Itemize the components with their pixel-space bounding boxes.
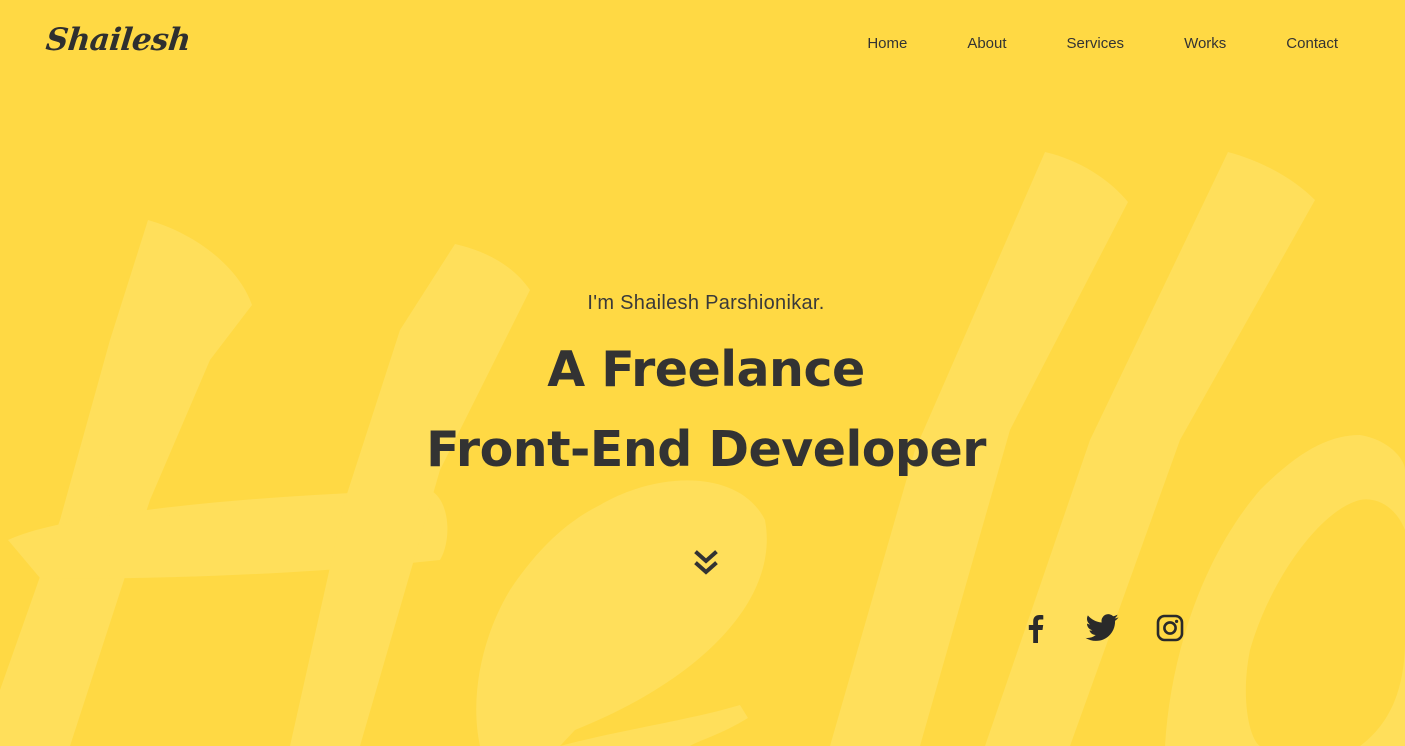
- hero-headline-line2: Front-End Developer: [426, 421, 986, 478]
- site-logo[interactable]: Shailesh: [44, 22, 192, 58]
- nav-home[interactable]: Home: [867, 35, 907, 53]
- twitter-icon[interactable]: [1084, 610, 1120, 646]
- nav-about[interactable]: About: [967, 35, 1006, 53]
- hero-intro: I'm Shailesh Parshionikar.: [587, 292, 825, 314]
- main-nav: Home About Services Works Contact: [867, 35, 1338, 53]
- double-chevron-down-icon[interactable]: [694, 550, 718, 580]
- hero-page: Shailesh Home About Services Works Conta…: [0, 0, 1405, 746]
- social-links: [1018, 610, 1188, 646]
- instagram-icon[interactable]: [1152, 610, 1188, 646]
- hero-headline-line1: A Freelance: [547, 341, 865, 398]
- nav-contact[interactable]: Contact: [1286, 35, 1338, 53]
- nav-services[interactable]: Services: [1067, 35, 1125, 53]
- nav-works[interactable]: Works: [1184, 35, 1226, 53]
- facebook-icon[interactable]: [1018, 610, 1054, 646]
